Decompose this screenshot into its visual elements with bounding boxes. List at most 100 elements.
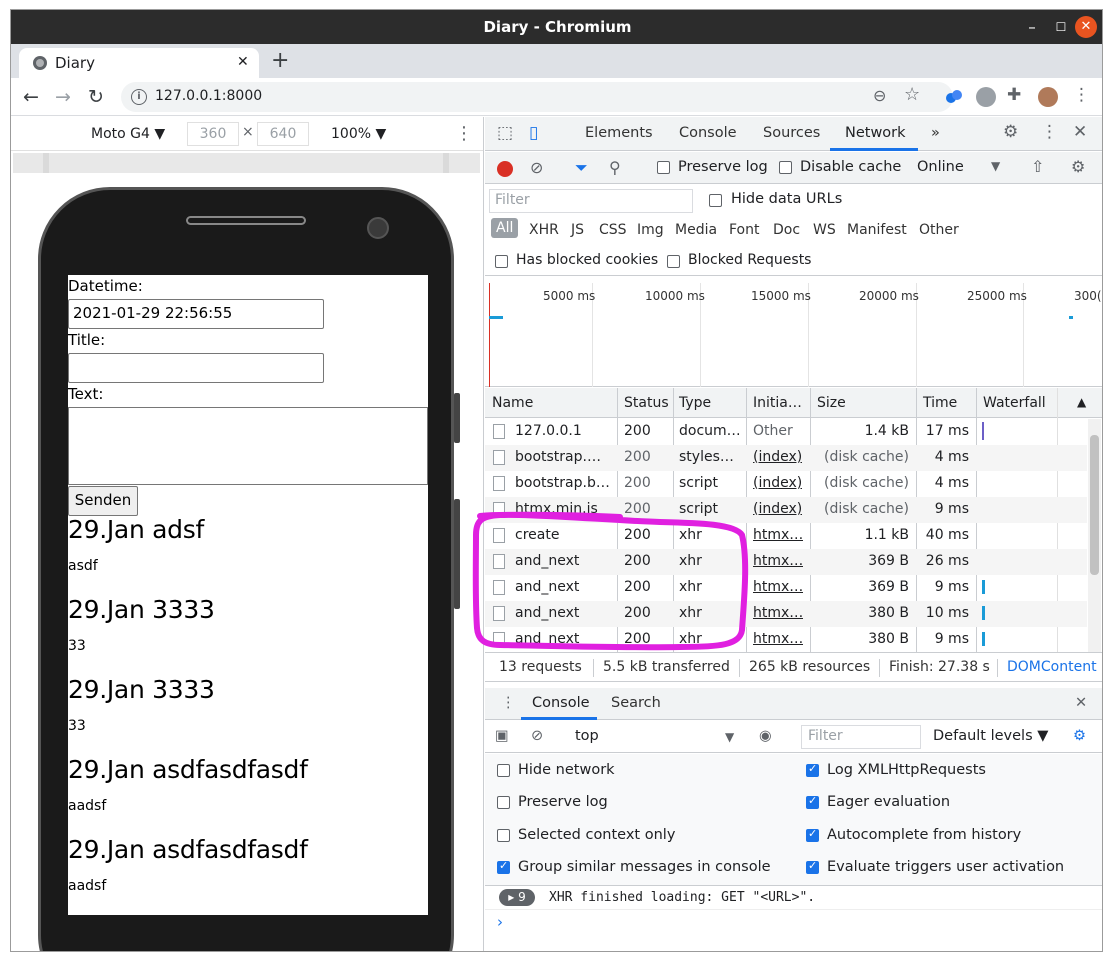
datetime-input[interactable]: 2021-01-29 22:56:55 [68, 299, 324, 329]
network-filter-input[interactable]: Filter [489, 189, 693, 213]
request-initiator[interactable]: (index) [753, 501, 802, 517]
zoom-icon[interactable]: ⊖ [873, 86, 886, 105]
col-initiator[interactable]: Initia… [753, 395, 802, 411]
settings-gear-icon[interactable]: ⚙ [1003, 122, 1018, 142]
maximize-button[interactable]: ☐ [1050, 16, 1072, 38]
info-icon[interactable]: i [131, 89, 147, 105]
drawer-tab-search[interactable]: Search [611, 695, 661, 711]
type-filter-other[interactable]: Other [919, 222, 959, 238]
type-filter-manifest[interactable]: Manifest [847, 222, 907, 238]
col-name[interactable]: Name [492, 395, 533, 411]
eye-icon[interactable]: ◉ [759, 728, 772, 744]
device-toggle-icon[interactable]: ▯ [529, 123, 538, 143]
throttle-select[interactable]: Online [917, 159, 964, 175]
zoom-select[interactable]: 100% ▼ [331, 126, 386, 142]
type-filter-img[interactable]: Img [637, 222, 664, 238]
close-devtools-icon[interactable]: ✕ [1073, 122, 1087, 142]
blocked-requests-checkbox[interactable] [667, 255, 680, 268]
col-type[interactable]: Type [679, 395, 711, 411]
console-prompt[interactable]: › [497, 913, 503, 931]
power-extension-icon[interactable] [976, 87, 996, 107]
evaluate-triggers-checkbox[interactable] [806, 859, 819, 874]
table-row[interactable]: bootstrap.b… 200 script (index) (disk ca… [485, 471, 1087, 497]
request-initiator[interactable]: htmx… [753, 605, 803, 621]
col-waterfall[interactable]: Waterfall [983, 395, 1046, 411]
log-xhr-checkbox[interactable] [806, 762, 819, 777]
context-select[interactable]: top [575, 728, 599, 744]
group-similar-checkbox[interactable] [497, 859, 510, 874]
network-settings-icon[interactable]: ⚙ [1071, 157, 1085, 176]
type-filter-xhr[interactable]: XHR [529, 222, 559, 238]
type-filter-js[interactable]: JS [571, 222, 584, 238]
console-settings-icon[interactable]: ⚙ [1073, 728, 1086, 744]
search-icon[interactable]: ⚲ [609, 158, 621, 177]
bookmark-star-icon[interactable]: ☆ [904, 84, 920, 105]
col-status[interactable]: Status [624, 395, 669, 411]
table-row[interactable]: 127.0.0.1 200 docum… Other 1.4 kB 17 ms [485, 419, 1087, 445]
sidebar-toggle-icon[interactable]: ▣ [495, 728, 509, 744]
width-input[interactable]: 360 [187, 122, 239, 146]
disable-cache-checkbox[interactable] [779, 161, 792, 174]
more-options-icon[interactable]: ⋮ [455, 123, 473, 144]
chevron-down-icon[interactable]: ▼ [725, 730, 734, 744]
type-filter-font[interactable]: Font [729, 222, 759, 238]
new-tab-button[interactable]: + [271, 48, 289, 73]
puzzle-icon[interactable]: ✚ [1007, 85, 1027, 105]
title-input[interactable] [68, 353, 324, 383]
more-tabs-icon[interactable]: » [931, 125, 940, 141]
table-row[interactable]: and_next 200 xhr htmx… 380 B 9 ms [485, 627, 1087, 652]
network-overview-timeline[interactable]: 5000 ms 10000 ms 15000 ms 20000 ms 25000… [485, 283, 1102, 387]
console-filter-input[interactable]: Filter [801, 725, 921, 749]
sort-up-icon[interactable]: ▲ [1077, 395, 1086, 409]
table-row[interactable]: and_next 200 xhr htmx… 380 B 10 ms [485, 601, 1087, 627]
request-initiator[interactable]: htmx… [753, 553, 803, 569]
minimize-button[interactable]: – [1021, 16, 1043, 38]
reload-icon[interactable]: ↻ [88, 86, 104, 108]
filter-funnel-icon[interactable]: ⏷ [575, 158, 588, 178]
table-row[interactable]: and_next 200 xhr htmx… 369 B 9 ms [485, 575, 1087, 601]
request-initiator[interactable]: (index) [753, 449, 802, 465]
submit-button[interactable]: Senden [68, 486, 138, 516]
preserve-log-checkbox[interactable] [657, 161, 670, 174]
tab-network[interactable]: Network [845, 125, 906, 141]
scrollbar-thumb[interactable] [1090, 435, 1099, 575]
type-filter-ws[interactable]: WS [813, 222, 836, 238]
close-drawer-icon[interactable]: ✕ [1075, 695, 1087, 711]
has-blocked-cookies-checkbox[interactable] [495, 255, 508, 268]
inspect-element-icon[interactable]: ⬚ [497, 123, 513, 143]
browser-tab[interactable]: Diary ✕ [19, 48, 259, 78]
tab-elements[interactable]: Elements [585, 125, 653, 141]
type-filter-doc[interactable]: Doc [773, 222, 800, 238]
close-window-button[interactable]: ✕ [1075, 16, 1097, 38]
table-row[interactable]: htmx.min.js 200 script (index) (disk cac… [485, 497, 1087, 523]
record-icon[interactable] [497, 161, 513, 177]
request-initiator[interactable]: (index) [753, 475, 802, 491]
tab-sources[interactable]: Sources [763, 125, 820, 141]
message-count-badge[interactable]: ▸ 9 [499, 889, 535, 906]
table-row[interactable]: bootstrap.… 200 styles… (index) (disk ca… [485, 445, 1087, 471]
selected-context-checkbox[interactable] [497, 829, 510, 842]
device-select[interactable]: Moto G4 ▼ [91, 126, 165, 142]
browser-menu-icon[interactable]: ⋮ [1073, 85, 1093, 105]
import-har-icon[interactable]: ⇧ [1031, 157, 1044, 176]
col-size[interactable]: Size [817, 395, 846, 411]
avatar[interactable] [1038, 87, 1058, 107]
clear-icon[interactable]: ⊘ [530, 158, 543, 177]
table-row[interactable]: and_next 200 xhr htmx… 369 B 26 ms [485, 549, 1087, 575]
eager-eval-checkbox[interactable] [806, 794, 819, 809]
text-area[interactable] [68, 407, 428, 485]
extension-icon[interactable] [944, 87, 964, 107]
chevron-down-icon[interactable]: ▼ [991, 159, 1000, 173]
tab-console[interactable]: Console [679, 125, 737, 141]
drawer-menu-icon[interactable]: ⋮ [501, 695, 516, 711]
table-row[interactable]: create 200 xhr htmx… 1.1 kB 40 ms [485, 523, 1087, 549]
autocomplete-checkbox[interactable] [806, 827, 819, 842]
back-icon[interactable]: ← [23, 86, 39, 108]
levels-select[interactable]: Default levels ▼ [933, 728, 1048, 744]
type-filter-css[interactable]: CSS [599, 222, 627, 238]
preserve-log-console-checkbox[interactable] [497, 796, 510, 809]
request-initiator[interactable]: htmx… [753, 527, 803, 543]
address-bar[interactable]: i 127.0.0.1:8000 ⊖ ☆ [121, 82, 953, 112]
drawer-tab-console[interactable]: Console [532, 695, 590, 711]
clear-console-icon[interactable]: ⊘ [531, 728, 543, 744]
